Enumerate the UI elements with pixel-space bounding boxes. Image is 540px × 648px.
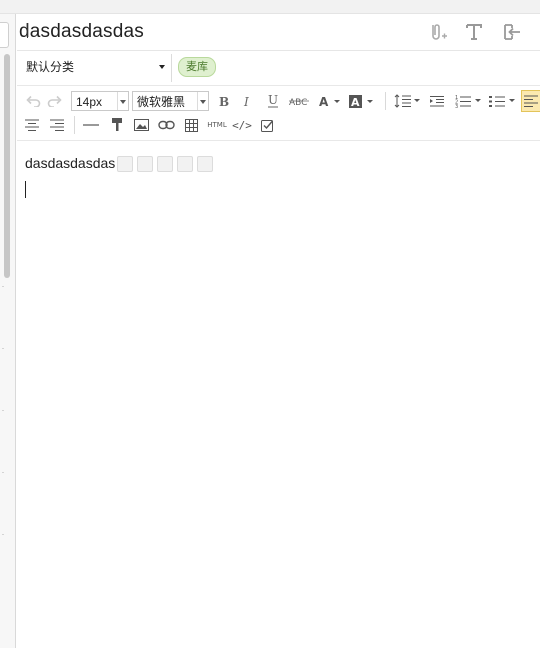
category-row: 默认分类 麦库 [17, 51, 540, 86]
svg-text:A: A [351, 96, 360, 108]
body-text-line: dasdasdasdas [25, 155, 116, 171]
chevron-down-icon [117, 92, 128, 110]
underline-icon[interactable]: U [264, 91, 282, 111]
note-title-input[interactable]: dasdasdasdas [19, 21, 144, 43]
svg-text:B: B [219, 95, 229, 107]
bold-icon[interactable]: B [215, 91, 233, 111]
tag-badge[interactable]: 麦库 [178, 57, 216, 77]
svg-text:A: A [319, 95, 329, 107]
highlight-icon[interactable]: A [348, 91, 376, 111]
svg-text:3: 3 [455, 104, 458, 108]
svg-text:U: U [268, 94, 278, 107]
text-caret [25, 181, 26, 198]
unordered-list-icon[interactable] [488, 91, 516, 111]
font-family-value: 微软雅黑 [137, 95, 186, 109]
horizontal-rule-icon[interactable] [81, 115, 101, 135]
font-size-value: 14px [76, 95, 103, 109]
image-icon[interactable] [132, 115, 150, 135]
divider [385, 92, 386, 110]
indent-icon[interactable] [427, 91, 447, 111]
text-cursor [27, 23, 28, 38]
note-list-panel [0, 14, 16, 648]
link-icon[interactable] [156, 115, 176, 135]
category-select[interactable]: 默认分类 [20, 56, 168, 78]
note-body[interactable]: dasdasdasdas [17, 141, 540, 648]
title-bar: dasdasdasdas [17, 14, 540, 51]
window-top-strip [0, 0, 540, 14]
divider [2, 410, 4, 411]
format-painter-icon[interactable] [108, 115, 126, 135]
divider [171, 54, 172, 82]
text-format-icon[interactable] [464, 22, 484, 42]
missing-glyph-box [117, 156, 133, 172]
missing-glyph-box [197, 156, 213, 172]
svg-text:ABC: ABC [289, 98, 307, 107]
font-color-icon[interactable]: A [317, 91, 343, 111]
font-family-select[interactable]: 微软雅黑 [132, 91, 209, 111]
italic-icon[interactable]: I [239, 91, 257, 111]
line-height-icon[interactable] [393, 91, 421, 111]
divider [2, 534, 4, 535]
svg-text:I: I [243, 95, 249, 107]
font-size-select[interactable]: 14px [71, 91, 129, 111]
redo-icon[interactable] [45, 91, 65, 111]
align-center-icon[interactable] [23, 115, 41, 135]
exit-icon[interactable] [501, 22, 523, 42]
undo-icon[interactable] [23, 91, 43, 111]
divider [2, 286, 4, 287]
html-source-button[interactable]: HTML [206, 115, 228, 135]
missing-glyph-box [157, 156, 173, 172]
divider [2, 348, 4, 349]
align-right-icon[interactable] [48, 115, 66, 135]
category-select-label: 默认分类 [26, 60, 75, 74]
code-button[interactable]: </> [231, 115, 253, 135]
ordered-list-icon[interactable]: 123 [454, 91, 482, 111]
missing-glyph-box [137, 156, 153, 172]
missing-glyph-box [177, 156, 193, 172]
formatting-toolbar: 14px 微软雅黑 B I U ABC A A 1 2 3 HTML </> [17, 86, 540, 141]
divider [2, 472, 4, 473]
note-list-scrollbar[interactable] [4, 54, 10, 278]
divider [74, 116, 75, 134]
chevron-down-icon [159, 65, 165, 69]
paperclip-add-icon[interactable] [426, 22, 448, 42]
note-editor: dasdasdasdas 默认分类 麦库 14px 微软雅黑 B I U ABC… [17, 14, 540, 648]
table-icon[interactable] [182, 115, 200, 135]
chevron-down-icon [197, 92, 208, 110]
align-left-icon[interactable] [521, 90, 540, 112]
strikethrough-icon[interactable]: ABC [288, 91, 310, 111]
note-list-search-box[interactable] [0, 22, 9, 48]
checkbox-icon[interactable] [258, 115, 276, 135]
